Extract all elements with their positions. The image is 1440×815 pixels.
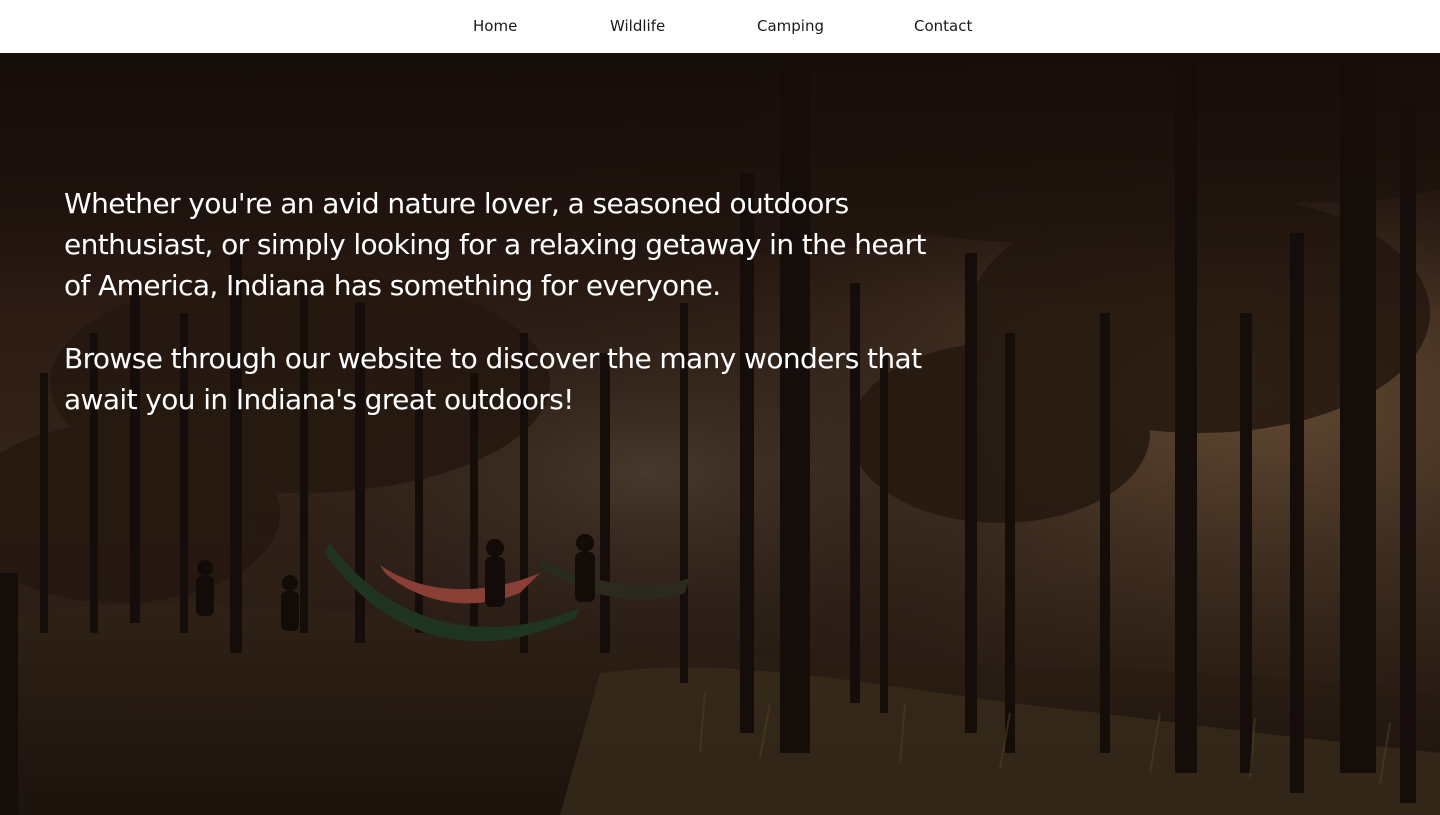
nav-link-contact[interactable]: Contact	[914, 17, 972, 35]
nav-link-home[interactable]: Home	[473, 17, 517, 35]
top-navigation: Home Wildlife Camping Contact	[0, 0, 1440, 53]
hero-section: Whether you're an avid nature lover, a s…	[0, 53, 1440, 815]
hero-intro-text: Whether you're an avid nature lover, a s…	[64, 183, 934, 452]
nav-link-wildlife[interactable]: Wildlife	[610, 17, 665, 35]
hero-paragraph-1: Whether you're an avid nature lover, a s…	[64, 187, 926, 302]
hero-paragraph-2: Browse through our website to discover t…	[64, 342, 922, 416]
nav-link-camping[interactable]: Camping	[757, 17, 824, 35]
